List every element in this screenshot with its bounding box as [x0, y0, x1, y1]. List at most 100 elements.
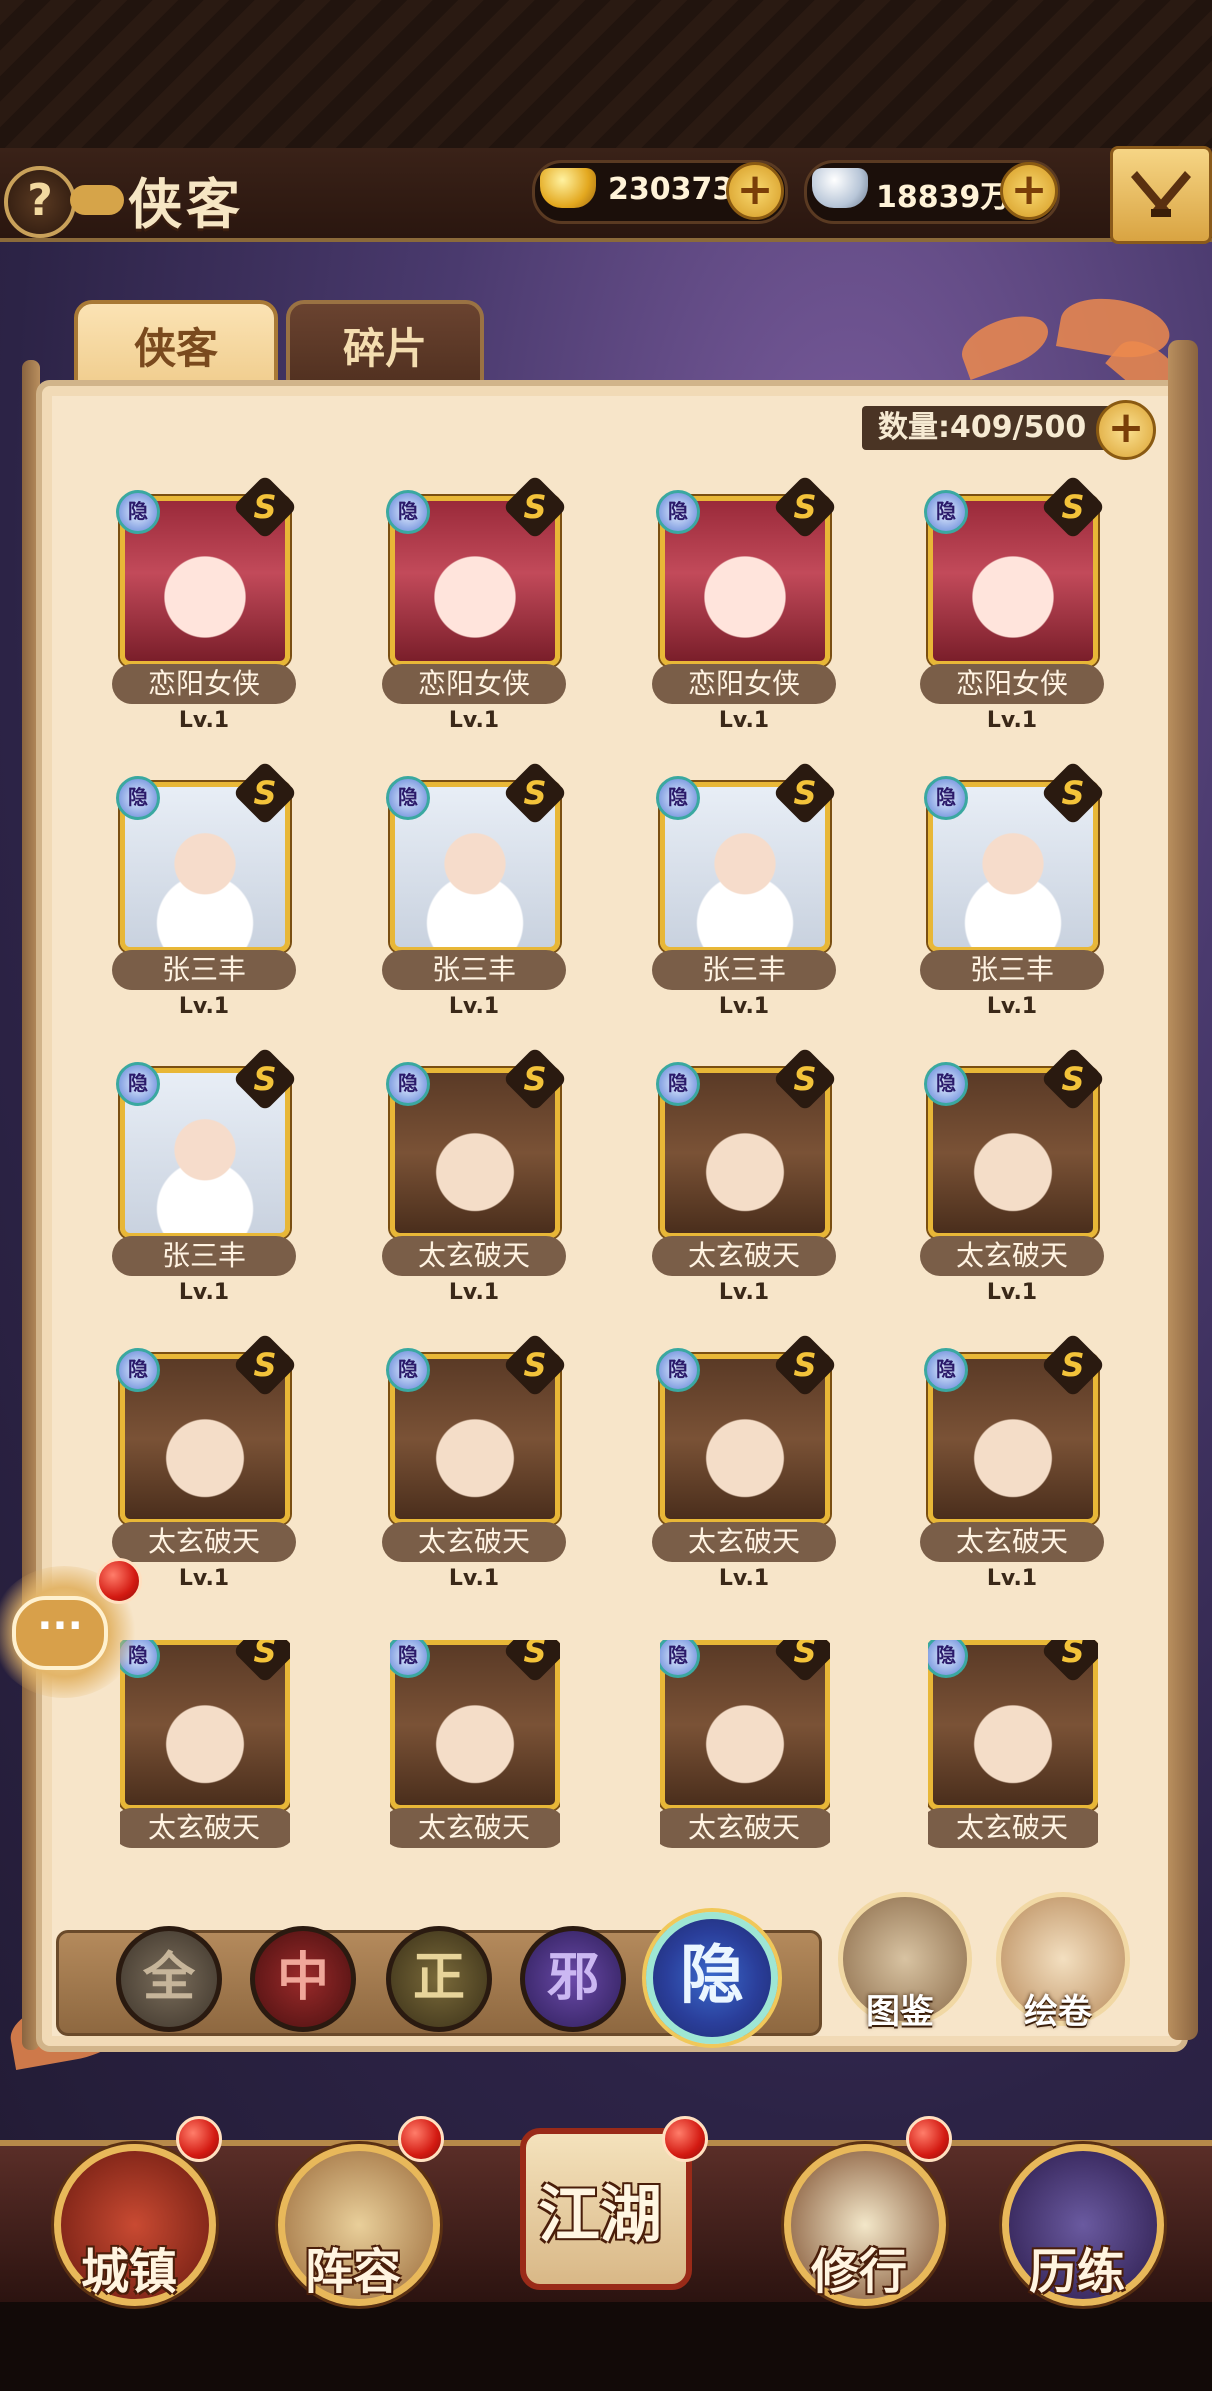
cloud-icon — [70, 185, 124, 215]
hero-card[interactable]: 隐 S 太玄破天 Lv.1 — [112, 1332, 298, 1594]
hidden-faction-badge-icon: 隐 — [386, 1348, 430, 1392]
hero-level: Lv.1 — [718, 994, 770, 1019]
hero-card[interactable]: 隐 S 恋阳女侠 Lv.1 — [112, 474, 298, 736]
rank-s-badge-icon: S — [502, 474, 568, 540]
rank-s-badge-icon: S — [502, 1332, 568, 1398]
rank-label: S — [523, 488, 547, 526]
hero-card[interactable]: 隐 S 太玄破天 — [928, 1640, 1098, 1852]
hero-name: 太玄破天 — [928, 1808, 1098, 1848]
hero-name: 张三丰 — [382, 950, 566, 990]
top-dark-border — [0, 0, 1212, 148]
hero-card[interactable]: 隐 S 张三丰 Lv.1 — [652, 760, 838, 1022]
painting-button[interactable]: 绘卷 — [992, 1892, 1130, 2032]
hero-card[interactable]: 隐 S 太玄破天 — [120, 1640, 290, 1852]
rank-label: S — [253, 1060, 277, 1098]
help-button[interactable]: ? — [4, 166, 76, 238]
nav-lineup-label: 阵容 — [304, 2244, 401, 2300]
hero-card[interactable]: 隐 S 太玄破天 Lv.1 — [382, 1046, 568, 1308]
hero-card[interactable]: 隐 S 恋阳女侠 Lv.1 — [920, 474, 1106, 736]
hero-level: Lv.1 — [178, 1280, 230, 1305]
rank-label: S — [793, 488, 817, 526]
hero-card[interactable]: 隐 S 太玄破天 — [660, 1640, 830, 1852]
hero-level: Lv.1 — [448, 1566, 500, 1591]
hidden-faction-badge-icon: 隐 — [386, 776, 430, 820]
rank-label: S — [1061, 774, 1085, 812]
rank-s-badge-icon: S — [232, 1332, 298, 1398]
hero-name: 恋阳女侠 — [382, 664, 566, 704]
hero-name: 张三丰 — [920, 950, 1104, 990]
rank-label: S — [793, 774, 817, 812]
rank-s-badge-icon: S — [1040, 1046, 1106, 1112]
hero-level: Lv.1 — [448, 994, 500, 1019]
rank-s-badge-icon: S — [772, 760, 838, 826]
close-button[interactable] — [1110, 146, 1212, 244]
hidden-faction-badge-icon: 隐 — [386, 1062, 430, 1106]
rank-s-badge-icon: S — [772, 1046, 838, 1112]
rank-label: S — [253, 1346, 277, 1384]
rank-label: S — [793, 1640, 817, 1670]
hero-name: 太玄破天 — [382, 1522, 566, 1562]
hero-level: Lv.1 — [178, 994, 230, 1019]
crossed-swords-icon — [1131, 171, 1191, 217]
rank-s-badge-icon: S — [772, 1332, 838, 1398]
catalog-label: 图鉴 — [866, 1992, 934, 2032]
hero-level: Lv.1 — [718, 1280, 770, 1305]
hero-card[interactable]: 隐 S 太玄破天 Lv.1 — [920, 1332, 1106, 1594]
hero-name: 太玄破天 — [660, 1808, 830, 1848]
hidden-faction-badge-icon: 隐 — [656, 1348, 700, 1392]
rank-s-badge-icon: S — [1040, 1332, 1106, 1398]
hero-card[interactable]: 隐 S 太玄破天 Lv.1 — [382, 1332, 568, 1594]
hero-card[interactable]: 隐 S 张三丰 Lv.1 — [920, 760, 1106, 1022]
hero-name: 太玄破天 — [120, 1808, 290, 1848]
hidden-faction-badge-icon: 隐 — [924, 1348, 968, 1392]
catalog-button[interactable]: 图鉴 — [834, 1892, 972, 2032]
hero-card[interactable]: 隐 S 太玄破天 Lv.1 — [652, 1332, 838, 1594]
rank-label: S — [253, 1640, 277, 1670]
hidden-faction-badge-icon: 隐 — [924, 776, 968, 820]
hero-card[interactable]: 隐 S 恋阳女侠 Lv.1 — [652, 474, 838, 736]
hidden-faction-badge-icon: 隐 — [386, 490, 430, 534]
filter-neutral-button[interactable]: 中 — [250, 1926, 356, 2032]
rank-label: S — [253, 774, 277, 812]
nav-jianghu-notification-dot — [662, 2116, 708, 2162]
gold-value: 230373 — [608, 172, 734, 207]
rank-label: S — [1061, 1060, 1085, 1098]
filter-all-button[interactable]: 全 — [116, 1926, 222, 2032]
hero-level: Lv.1 — [448, 708, 500, 733]
add-gold-button[interactable]: + — [726, 162, 784, 220]
scroll-frame-right — [1168, 340, 1198, 2040]
filter-hidden-button[interactable]: 隐 — [646, 1912, 778, 2044]
hero-level: Lv.1 — [718, 1566, 770, 1591]
expand-capacity-button[interactable]: + — [1096, 400, 1156, 460]
hero-card[interactable]: 隐 S 恋阳女侠 Lv.1 — [382, 474, 568, 736]
hero-card[interactable]: 隐 S 太玄破天 Lv.1 — [652, 1046, 838, 1308]
filter-evil-button[interactable]: 邪 — [520, 1926, 626, 2032]
painting-label: 绘卷 — [1024, 1992, 1092, 2032]
hero-name: 恋阳女侠 — [652, 664, 836, 704]
hidden-faction-badge-icon: 隐 — [116, 1348, 160, 1392]
hero-name: 张三丰 — [112, 950, 296, 990]
hidden-faction-badge-icon: 隐 — [116, 776, 160, 820]
nav-town-notification-dot — [176, 2116, 222, 2162]
hero-card[interactable]: 隐 S 太玄破天 Lv.1 — [920, 1046, 1106, 1308]
chat-notification-dot — [96, 1558, 142, 1604]
add-silver-button[interactable]: + — [1000, 162, 1058, 220]
hero-name: 太玄破天 — [920, 1236, 1104, 1276]
nav-town-label: 城镇 — [80, 2244, 177, 2300]
hero-card[interactable]: 隐 S 太玄破天 — [390, 1640, 560, 1852]
silver-value: 18839万 — [876, 180, 1011, 215]
filter-righteous-button[interactable]: 正 — [386, 1926, 492, 2032]
nav-trial[interactable]: 历练 — [994, 2132, 1164, 2312]
chat-icon: ··· — [12, 1596, 108, 1670]
hero-card[interactable]: 隐 S 张三丰 Lv.1 — [112, 760, 298, 1022]
rank-label: S — [793, 1346, 817, 1384]
hero-card[interactable]: 隐 S 张三丰 Lv.1 — [382, 760, 568, 1022]
rank-s-badge-icon: S — [1040, 760, 1106, 826]
hero-name: 太玄破天 — [652, 1236, 836, 1276]
hero-name: 张三丰 — [112, 1236, 296, 1276]
rank-s-badge-icon: S — [232, 474, 298, 540]
hero-level: Lv.1 — [448, 1280, 500, 1305]
hero-level: Lv.1 — [986, 1280, 1038, 1305]
hero-card[interactable]: 隐 S 张三丰 Lv.1 — [112, 1046, 298, 1308]
rank-label: S — [523, 1346, 547, 1384]
